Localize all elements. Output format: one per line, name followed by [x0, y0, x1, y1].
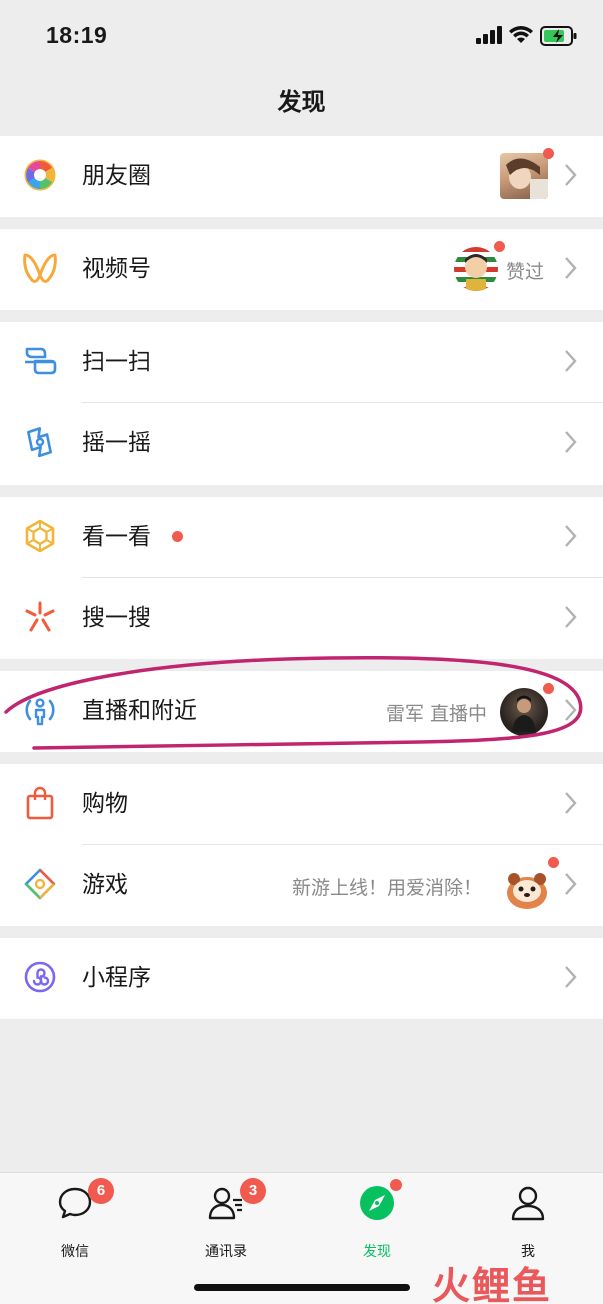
- channels-butterfly-icon: [22, 250, 58, 286]
- chevron-right-icon: [565, 164, 577, 186]
- tab-label: 微信: [61, 1244, 89, 1260]
- row-top-stories[interactable]: 看一看: [0, 497, 603, 578]
- tab-me[interactable]: 我: [478, 1185, 578, 1260]
- page-title: 发现: [277, 88, 326, 116]
- chevron-right-icon: [565, 606, 577, 628]
- annotation-circle: [4, 655, 583, 750]
- contacts-icon: [208, 1187, 242, 1220]
- profile-icon: [511, 1186, 545, 1221]
- discover-dot: [390, 1179, 402, 1191]
- scan-icon: [22, 343, 58, 379]
- status-bar: 18:19: [0, 0, 603, 70]
- new-game-dot: [548, 857, 559, 868]
- row-mini-programs[interactable]: 小程序: [0, 938, 603, 1019]
- group-shopping-games: 购物 游戏 新游上线！用爱消除！: [0, 764, 603, 926]
- cellular-signal-icon: [476, 26, 502, 44]
- search-spark-icon: [22, 599, 58, 635]
- row-shake[interactable]: 摇一摇: [0, 403, 603, 484]
- shopping-bag-icon: [22, 785, 58, 821]
- group-mini-programs: 小程序: [0, 938, 603, 1019]
- chevron-right-icon: [565, 431, 577, 453]
- moments-thumbnail: [500, 153, 548, 199]
- row-label: 购物: [82, 791, 128, 817]
- row-label: 视频号: [82, 256, 151, 282]
- tab-contacts[interactable]: 3 通讯录: [176, 1178, 276, 1260]
- battery-charging-icon: [540, 26, 577, 46]
- chevron-right-icon: [565, 525, 577, 547]
- status-time: 18:19: [46, 22, 108, 48]
- watermark-logo: 火鲤鱼: [432, 1264, 553, 1304]
- new-post-dot: [543, 148, 554, 159]
- unread-badge: 6: [88, 1178, 114, 1204]
- compass-icon: [360, 1186, 394, 1220]
- channels-subtitle: 赞过: [506, 261, 545, 283]
- chevron-right-icon: [565, 257, 577, 279]
- channels-avatar: [454, 247, 498, 291]
- games-subtitle: 新游上线！用爱消除！: [292, 877, 483, 899]
- row-label: 扫一扫: [82, 349, 151, 375]
- chevron-right-icon: [565, 966, 577, 988]
- row-label: 小程序: [82, 965, 151, 991]
- games-diamond-icon: [22, 866, 58, 902]
- tab-chats[interactable]: 6 微信: [25, 1178, 125, 1260]
- top-stories-hexagon-icon: [22, 518, 58, 554]
- group-top-stories-search: 看一看 搜一搜: [0, 497, 603, 659]
- mini-programs-icon: [22, 959, 58, 995]
- new-post-dot: [494, 241, 505, 252]
- moments-aperture-icon: [22, 157, 58, 193]
- tab-label: 发现: [363, 1244, 391, 1260]
- row-moments[interactable]: 朋友圈: [0, 136, 603, 217]
- home-indicator[interactable]: [194, 1284, 410, 1291]
- row-channels[interactable]: 视频号 赞过: [0, 229, 603, 310]
- games-panda-thumbnail: [502, 863, 552, 911]
- row-label: 搜一搜: [82, 605, 151, 631]
- group-scan-shake: 扫一扫 摇一摇: [0, 322, 603, 485]
- chevron-right-icon: [565, 350, 577, 372]
- new-content-dot: [172, 531, 183, 542]
- shake-icon: [22, 424, 58, 460]
- chevron-right-icon: [565, 792, 577, 814]
- row-search[interactable]: 搜一搜: [0, 578, 603, 659]
- row-shopping[interactable]: 购物: [0, 764, 603, 845]
- row-label: 摇一摇: [82, 430, 151, 456]
- chevron-right-icon: [565, 873, 577, 895]
- row-label: 看一看: [82, 524, 151, 550]
- row-scan[interactable]: 扫一扫: [0, 322, 603, 403]
- row-label: 朋友圈: [82, 163, 151, 189]
- tab-discover[interactable]: 发现: [327, 1179, 427, 1260]
- row-games[interactable]: 游戏 新游上线！用爱消除！: [0, 845, 603, 926]
- group-channels: 视频号 赞过: [0, 229, 603, 310]
- wifi-icon: [509, 26, 533, 43]
- group-moments: 朋友圈: [0, 136, 603, 217]
- new-contacts-badge: 3: [240, 1178, 266, 1204]
- tab-label: 通讯录: [205, 1244, 247, 1260]
- row-label: 游戏: [82, 872, 128, 898]
